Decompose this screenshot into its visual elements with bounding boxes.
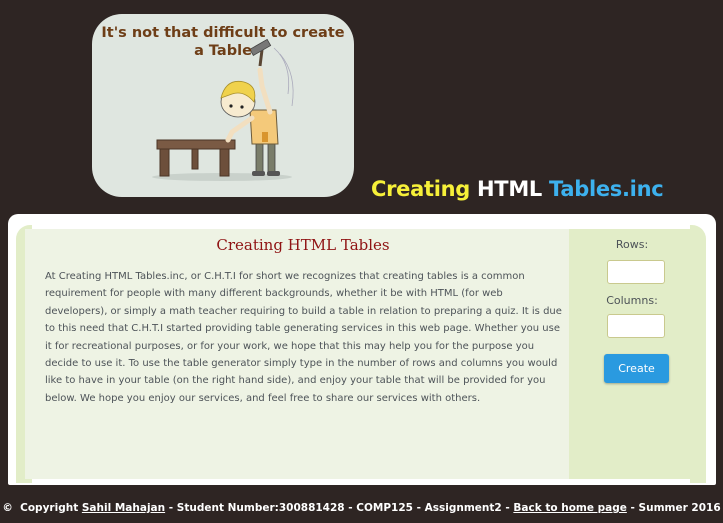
table-generator-sidebar: Rows: Columns: Create: [569, 229, 695, 479]
main-heading: Creating HTML Tables: [216, 236, 390, 254]
banner-card: It's not that difficult to create a Tabl…: [92, 14, 354, 197]
copyright-text: Copyright: [20, 502, 79, 514]
home-link[interactable]: Back to home page: [513, 502, 627, 514]
author-link[interactable]: Sahil Mahajan: [82, 502, 165, 514]
site-title: Creating HTML Tables.inc: [371, 177, 664, 201]
rows-input[interactable]: [607, 260, 665, 284]
term-text: - Summer 2016: [630, 502, 721, 514]
student-info: - Student Number:300881428 - COMP125 - A…: [168, 502, 510, 514]
footer: © Copyright Sahil Mahajan - Student Numb…: [0, 502, 723, 514]
site-title-part3: Tables.inc: [549, 177, 664, 201]
copyright-icon: ©: [2, 502, 13, 514]
site-title-part1: Creating: [371, 177, 471, 201]
site-title-part2: HTML: [477, 177, 543, 201]
banner-title: It's not that difficult to create a Tabl…: [101, 25, 345, 59]
columns-input[interactable]: [607, 314, 665, 338]
rows-label: Rows:: [615, 238, 649, 251]
columns-label: Columns:: [606, 294, 658, 307]
create-button[interactable]: Create: [604, 354, 669, 383]
main-paragraph: At Creating HTML Tables.inc, or C.H.T.I …: [45, 271, 562, 404]
